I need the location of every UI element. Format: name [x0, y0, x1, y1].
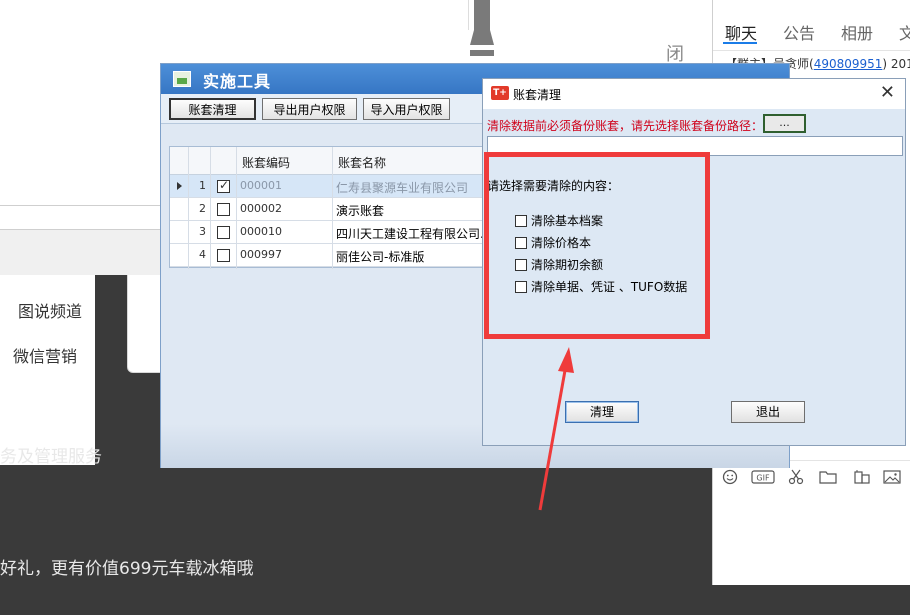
clean-button[interactable]: 清理 [565, 401, 639, 423]
account-code: 000001 [240, 179, 282, 192]
grid-column-line [210, 147, 211, 269]
tab-chat[interactable]: 聊天 [725, 20, 757, 44]
row-index: 4 [199, 248, 206, 261]
account-clean-button[interactable]: 账套清理 [169, 98, 256, 120]
export-permissions-button[interactable]: 导出用户权限 [262, 98, 357, 120]
row-checkbox[interactable] [217, 226, 230, 239]
grid-column-line [332, 147, 333, 269]
background-promo-text: 好礼，更有价值699元车载冰箱哦 [0, 559, 254, 579]
account-grid: 账套编码 账套名称 1 000001 仁寿县聚源车业有限公司 2 000002 … [169, 146, 494, 269]
column-header-name[interactable]: 账套名称 [338, 154, 386, 171]
background-service-text: 务及管理服务 [0, 447, 102, 467]
gif-icon-label: GIF [756, 474, 770, 483]
dialog-title: 账套清理 [513, 88, 562, 102]
tab-announcement[interactable]: 公告 [783, 20, 815, 44]
column-header-code[interactable]: 账套编码 [242, 154, 290, 171]
tab-album[interactable]: 相册 [841, 20, 873, 44]
row-index: 2 [199, 202, 206, 215]
annotation-highlight-box [484, 152, 710, 339]
image-icon[interactable] [883, 469, 901, 487]
smile-icon[interactable] [721, 469, 739, 487]
row-checkbox[interactable] [217, 178, 230, 193]
scissors-icon[interactable] [787, 469, 805, 487]
menu-item-picture-channel[interactable]: 图说频道 [18, 298, 82, 322]
import-permissions-button[interactable]: 导入用户权限 [363, 98, 450, 120]
window-title: 实施工具 [203, 72, 272, 91]
background-divider [468, 0, 469, 30]
exit-button[interactable]: 退出 [731, 401, 805, 423]
row-index: 3 [199, 225, 206, 238]
close-icon[interactable]: ✕ [880, 82, 895, 103]
chat-divider [713, 50, 910, 51]
account-name: 演示账套 [336, 204, 385, 218]
tab-files[interactable]: 文 [899, 20, 910, 44]
dialog-title-bar[interactable]: T+ 账套清理 ✕ [483, 79, 905, 109]
gif-icon[interactable]: GIF [751, 469, 775, 487]
tplus-logo-icon: T+ [491, 86, 509, 100]
chat-message-link[interactable]: 490809951 [814, 57, 883, 71]
background-graphic [470, 0, 494, 56]
backup-warning: 清除数据前必须备份账套，请先选择账套备份路径： [487, 119, 764, 133]
account-code: 000010 [240, 225, 282, 238]
account-name: 丽佳公司-标准版 [336, 250, 425, 264]
folder-icon[interactable] [819, 469, 837, 487]
account-code: 000997 [240, 248, 282, 261]
row-checkbox[interactable] [217, 203, 230, 216]
grid-column-line [236, 147, 237, 269]
grid-column-line [188, 147, 189, 269]
current-row-arrow-icon [177, 182, 182, 190]
chat-message-suffix: ) 2019 [882, 57, 910, 71]
browse-button[interactable]: ... [763, 114, 806, 133]
account-name: 四川天工建设工程有限公司... [336, 227, 492, 241]
app-icon [173, 71, 191, 87]
background-dark-section [712, 583, 910, 615]
row-index: 1 [199, 179, 206, 192]
active-tab-indicator [723, 42, 757, 44]
shop-icon[interactable] [853, 469, 871, 487]
account-code: 000002 [240, 202, 282, 215]
account-name: 仁寿县聚源车业有限公司 [336, 181, 469, 195]
menu-item-wechat-marketing[interactable]: 微信营销 [13, 343, 77, 367]
row-checkbox[interactable] [217, 249, 230, 262]
